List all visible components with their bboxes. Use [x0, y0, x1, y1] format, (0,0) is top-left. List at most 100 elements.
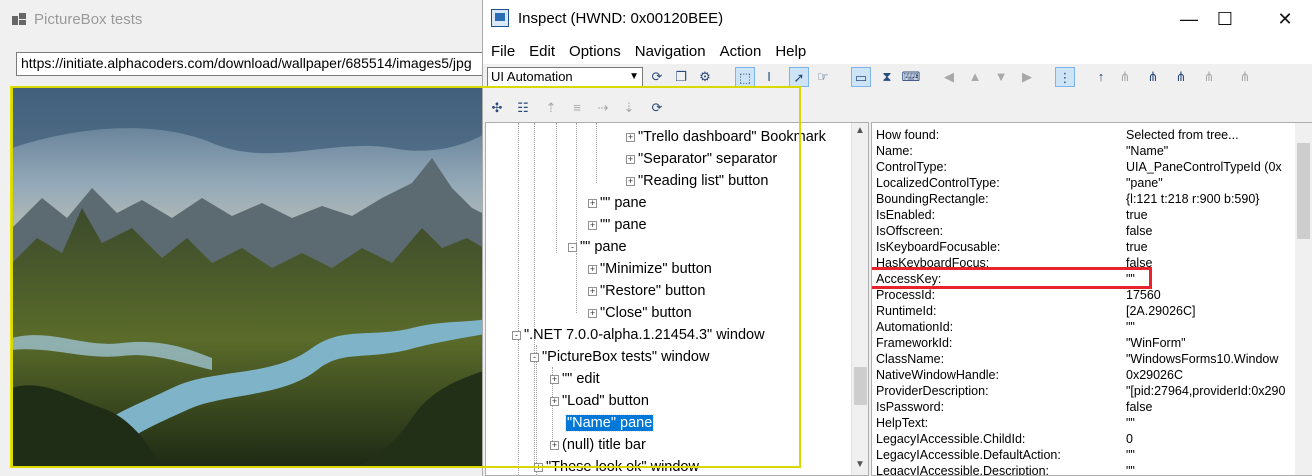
move-up-icon[interactable]: ⇡	[541, 98, 561, 118]
window-title: PictureBox tests	[34, 10, 143, 28]
property-key: IsPassword:	[876, 400, 945, 414]
parent-icon[interactable]: ↑	[1091, 67, 1111, 87]
next-sibling-icon[interactable]: ⋔	[1143, 67, 1163, 87]
property-key: How found:	[876, 128, 940, 142]
url-input[interactable]: https://initiate.alphacoders.com/downloa…	[16, 52, 486, 76]
window-title-bar[interactable]: PictureBox tests	[12, 8, 142, 30]
menu-file[interactable]: File	[491, 43, 515, 60]
property-key: ClassName:	[876, 352, 945, 366]
tree-node[interactable]: + "Close" button	[588, 302, 692, 324]
last-child-icon[interactable]: ⋔	[1199, 67, 1219, 87]
property-key: LegacyIAccessible.ChildId:	[876, 432, 1026, 446]
menu-navigation[interactable]: Navigation	[635, 43, 706, 60]
scroll-up-icon[interactable]: ▲	[855, 125, 865, 136]
menu-help[interactable]: Help	[775, 43, 806, 60]
tree-toolbar: ✣ ☷ ⇡ ≡ ⇢ ⇣ ⟳	[483, 92, 869, 122]
property-value: "WindowsForms10.Window	[1126, 352, 1279, 366]
property-value: ""	[1126, 464, 1135, 476]
walker-icon[interactable]: ✣	[487, 98, 507, 118]
copy-icon[interactable]: ❐	[671, 67, 691, 87]
property-value: {l:121 t:218 r:900 b:590}	[1126, 192, 1260, 206]
tree-node[interactable]: + "These look ok" window	[534, 456, 699, 475]
nav-right-icon[interactable]: ▶	[1017, 67, 1037, 87]
property-value: false	[1126, 400, 1153, 414]
keyboard-icon[interactable]: ⌨	[901, 67, 921, 87]
collapse-icon[interactable]: ⇢	[593, 98, 613, 118]
landscape-image	[12, 88, 488, 466]
list-icon[interactable]: ≡	[567, 98, 587, 118]
property-value: ""	[1126, 320, 1135, 334]
first-child-icon[interactable]: ⋔	[1115, 67, 1135, 87]
property-value: "pane"	[1126, 176, 1163, 190]
properties-scrollbar[interactable]	[1295, 123, 1312, 475]
close-button[interactable]: ✕	[1265, 6, 1305, 32]
tree-view-icon[interactable]: ⋮	[1055, 67, 1075, 87]
tree-node[interactable]: + (null) title bar	[550, 434, 646, 456]
property-value: "WinForm"	[1126, 336, 1186, 350]
refresh-icon[interactable]: ⟳	[647, 67, 667, 87]
tree-node-selected[interactable]: "Name" pane	[564, 412, 655, 434]
move-down-icon[interactable]: ⇣	[619, 98, 639, 118]
property-key: ProviderDescription:	[876, 384, 989, 398]
tree-node[interactable]: + "Trello dashboard" Bookmark	[626, 126, 826, 148]
hourglass-icon[interactable]: ⧗	[877, 67, 897, 87]
tree-node[interactable]: + "" pane	[588, 214, 647, 236]
tree-node[interactable]: - "" pane	[568, 236, 627, 258]
settings-icon[interactable]: ⚙	[695, 67, 715, 87]
nav-down-icon[interactable]: ▼	[991, 67, 1011, 87]
highlight-rect-icon[interactable]: ▭	[851, 67, 871, 87]
property-key: NativeWindowHandle:	[876, 368, 999, 382]
expand-all-icon[interactable]: ☷	[513, 98, 533, 118]
watch-cursor-icon[interactable]: ➚	[789, 67, 809, 87]
property-value: ""	[1126, 448, 1135, 462]
property-key: FrameworkId:	[876, 336, 953, 350]
property-key: IsEnabled:	[876, 208, 936, 222]
menu-edit[interactable]: Edit	[529, 43, 555, 60]
picture-box	[10, 86, 490, 468]
property-key: IsKeyboardFocusable:	[876, 240, 1001, 254]
scroll-thumb[interactable]	[854, 367, 867, 405]
menu-options[interactable]: Options	[569, 43, 621, 60]
properties-pane[interactable]: LegacyIAccessible.Description: "" LegacyIA…	[871, 122, 1312, 476]
refresh-tree-icon[interactable]: ⟳	[647, 98, 667, 118]
inspect-window: Inspect (HWND: 0x00120BEE) — ☐ ✕ File Ed…	[11, 0, 1312, 476]
tree-node[interactable]: + "Reading list" button	[626, 170, 768, 192]
menu-bar: File Edit Options Navigation Action Help	[483, 38, 1312, 64]
property-key: LocalizedControlType:	[876, 176, 1000, 190]
tree-node[interactable]: + "Load" button	[550, 390, 649, 412]
tree-node[interactable]: - "PictureBox tests" window	[530, 346, 709, 368]
property-key: Name:	[876, 144, 913, 158]
property-value: true	[1126, 240, 1148, 254]
menu-action[interactable]: Action	[720, 43, 762, 60]
root-icon[interactable]: ⋔	[1235, 67, 1255, 87]
element-tree[interactable]: + "Trello dashboard" Bookmark + "Separator…	[485, 122, 869, 476]
property-key: RuntimeId:	[876, 304, 937, 318]
tree-node[interactable]: + "Minimize" button	[588, 258, 712, 280]
tree-node[interactable]: - ".NET 7.0.0-alpha.1.21454.3" window	[512, 324, 765, 346]
minimize-button[interactable]: —	[1169, 6, 1209, 32]
property-key: LegacyIAccessible.DefaultAction:	[876, 448, 1061, 462]
toolbar: UI Automation ▼ ⟳ ❐ ⚙ ⬚ I ➚ ☞ ▭ ⧗ ⌨ ◀ ▲ …	[483, 64, 1312, 91]
tree-node[interactable]: + "" pane	[588, 192, 647, 214]
prev-sibling-icon[interactable]: ⋔	[1171, 67, 1191, 87]
tree-node[interactable]: + "" edit	[550, 368, 600, 390]
tree-scrollbar[interactable]: ▲ ▼	[851, 123, 868, 475]
tree-node[interactable]: + "Separator" separator	[626, 148, 777, 170]
maximize-button[interactable]: ☐	[1205, 6, 1245, 32]
scroll-down-icon[interactable]: ▼	[855, 459, 865, 470]
mode-combo[interactable]: UI Automation ▼	[487, 67, 643, 87]
property-value: UIA_PaneControlTypeId (0x	[1126, 160, 1282, 174]
property-key: ControlType:	[876, 160, 947, 174]
property-key: AutomationId:	[876, 320, 954, 334]
app-icon	[12, 13, 26, 25]
chevron-down-icon: ▼	[629, 71, 639, 82]
hover-icon[interactable]: ☞	[813, 67, 833, 87]
nav-up-icon[interactable]: ▲	[965, 67, 985, 87]
scroll-thumb[interactable]	[1297, 143, 1310, 239]
caret-icon[interactable]: I	[759, 67, 779, 87]
property-value: ""	[1126, 416, 1135, 430]
nav-left-icon[interactable]: ◀	[939, 67, 959, 87]
inspect-title-bar[interactable]: Inspect (HWND: 0x00120BEE) — ☐ ✕	[483, 0, 1312, 38]
watch-focus-icon[interactable]: ⬚	[735, 67, 755, 87]
tree-node[interactable]: + "Restore" button	[588, 280, 705, 302]
